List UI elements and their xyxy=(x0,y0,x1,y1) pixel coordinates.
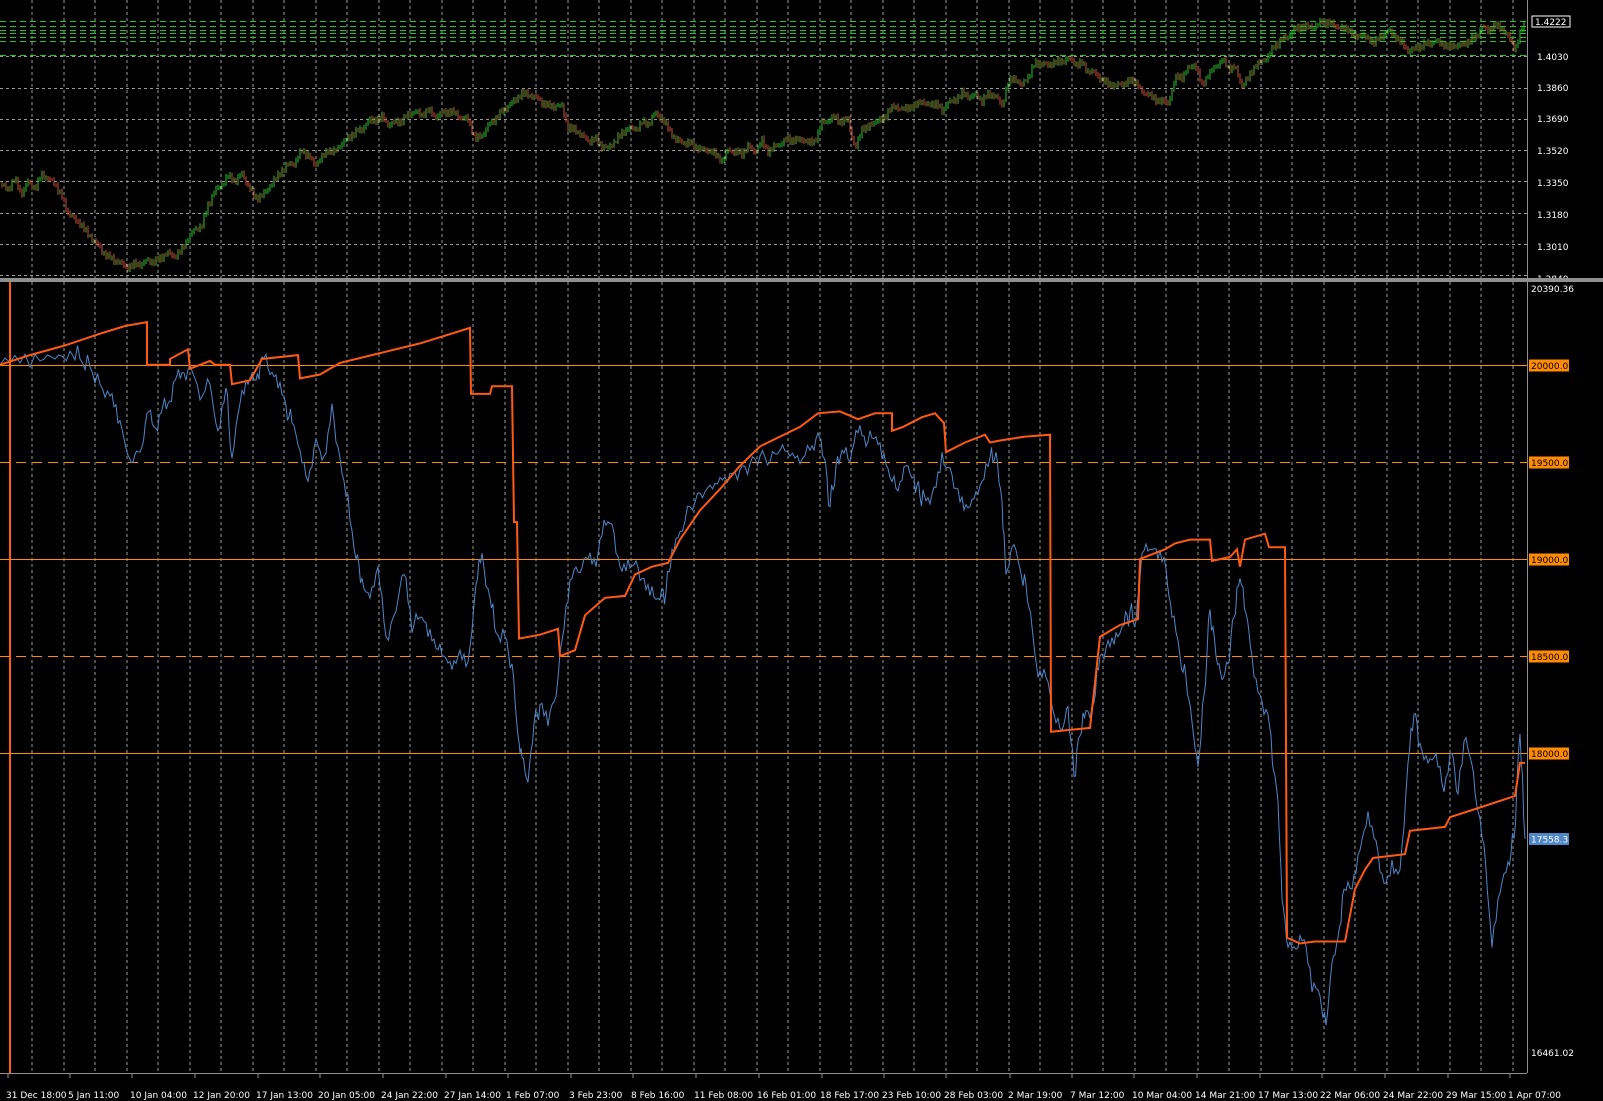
time-tick-label: 20 Jan 05:00 xyxy=(318,1091,375,1101)
time-tick-label: 23 Feb 10:00 xyxy=(882,1091,941,1101)
time-tick-label: 10 Jan 04:00 xyxy=(130,1091,187,1101)
hline-label: 20000.0 xyxy=(1531,362,1568,372)
price-tick: 1.3010 xyxy=(1537,243,1569,253)
equity-max-label: 20390.36 xyxy=(1531,285,1574,295)
axis-separator xyxy=(1527,0,1528,1073)
time-tick-label: 5 Jan 11:00 xyxy=(68,1091,120,1101)
panel-separator xyxy=(0,278,1603,282)
time-tick-label: 1 Apr 07:00 xyxy=(1508,1091,1561,1101)
time-tick-label: 12 Jan 20:00 xyxy=(193,1091,250,1101)
price-tick: 1.3350 xyxy=(1537,179,1569,189)
last-price-label: 1.4222 xyxy=(1535,18,1567,28)
price-tick: 1.3690 xyxy=(1537,115,1569,125)
time-tick-label: 8 Feb 16:00 xyxy=(631,1091,685,1101)
price-tick: 1.3860 xyxy=(1537,84,1569,94)
time-tick-label: 10 Mar 04:00 xyxy=(1132,1091,1192,1101)
price-tick: 1.4030 xyxy=(1537,53,1569,63)
grid xyxy=(0,0,1527,1073)
equity-line xyxy=(0,345,1526,1026)
time-tick-label: 28 Feb 03:00 xyxy=(944,1091,1003,1101)
time-tick-label: 29 Mar 15:00 xyxy=(1446,1091,1506,1101)
price-tick: 1.3180 xyxy=(1537,211,1569,221)
time-tick-label: 1 Feb 07:00 xyxy=(506,1091,560,1101)
time-tick-label: 7 Mar 12:00 xyxy=(1070,1091,1125,1101)
time-tick-label: 31 Dec 18:00 xyxy=(6,1091,67,1101)
time-tick-label: 18 Feb 17:00 xyxy=(820,1091,879,1101)
equity-panel: 20390.36 20000.0 19500.0 19000.0 18500.0 180… xyxy=(0,285,1574,1059)
time-tick-label: 24 Mar 22:00 xyxy=(1383,1091,1443,1101)
start-marker xyxy=(9,282,11,1073)
time-tick-label: 16 Feb 01:00 xyxy=(757,1091,816,1101)
hline-labels: 20000.0 19500.0 19000.0 18500.0 18000.0 xyxy=(1529,359,1569,760)
hline-label: 18500.0 xyxy=(1531,653,1568,663)
current-equity-label: 17558.3 xyxy=(1531,836,1568,846)
equity-min-label: 16461.02 xyxy=(1531,1049,1574,1059)
price-tick: 1.3520 xyxy=(1537,147,1569,157)
time-tick-label: 3 Feb 23:00 xyxy=(569,1091,623,1101)
hline-label: 19000.0 xyxy=(1531,556,1568,566)
equity-axis: 20390.36 20000.0 19500.0 19000.0 18500.0 180… xyxy=(1529,285,1574,1059)
chart-window: 1.4030 1.3860 1.3690 1.3520 1.3350 1.318… xyxy=(0,0,1603,1101)
time-tick-label: 14 Mar 21:00 xyxy=(1195,1091,1255,1101)
time-tick-label: 11 Feb 08:00 xyxy=(694,1091,753,1101)
price-axis: 1.4030 1.3860 1.3690 1.3520 1.3350 1.318… xyxy=(1531,15,1571,285)
time-tick-label: 17 Jan 13:00 xyxy=(256,1091,313,1101)
time-tick-label: 22 Mar 06:00 xyxy=(1320,1091,1380,1101)
chart-canvas[interactable]: 1.4030 1.3860 1.3690 1.3520 1.3350 1.318… xyxy=(0,0,1603,1101)
time-tick-label: 27 Jan 14:00 xyxy=(444,1091,501,1101)
time-tick-label: 24 Jan 22:00 xyxy=(381,1091,438,1101)
time-axis: 31 Dec 18:00 5 Jan 11:00 10 Jan 04:00 12 Ja… xyxy=(0,1073,1561,1101)
current-equity-marker: 17558.3 xyxy=(1529,833,1569,846)
hline-label: 19500.0 xyxy=(1531,459,1568,469)
time-tick-label: 17 Mar 13:00 xyxy=(1258,1091,1318,1101)
time-tick-label: 2 Mar 19:00 xyxy=(1008,1091,1063,1101)
hline-label: 18000.0 xyxy=(1531,750,1568,760)
